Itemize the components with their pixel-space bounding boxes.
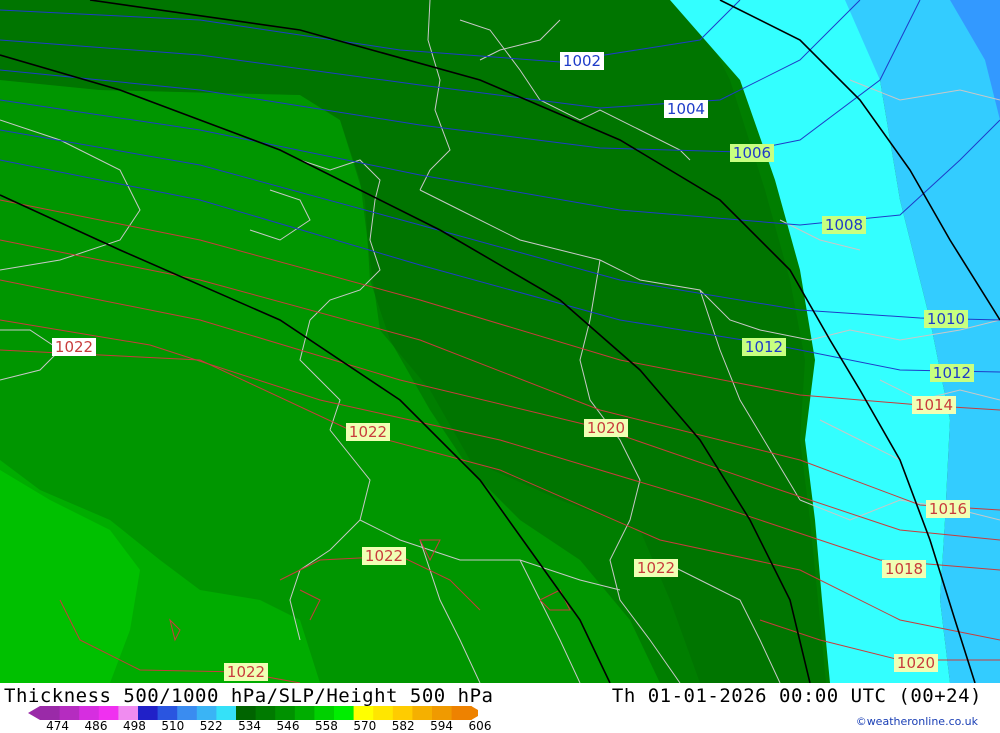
legend-swatch bbox=[177, 706, 198, 720]
isobar-label-1020-center: 1020 bbox=[584, 419, 628, 437]
legend-swatch bbox=[118, 706, 139, 720]
legend-swatch bbox=[294, 706, 315, 720]
isobar-label-1022-east: 1022 bbox=[634, 559, 678, 577]
legend-tick-label: 522 bbox=[199, 719, 223, 733]
isobar-label-1002: 1002 bbox=[560, 52, 604, 70]
isobar-label-1012-b: 1012 bbox=[930, 364, 974, 382]
legend-swatch bbox=[255, 706, 276, 720]
svg-text:1012: 1012 bbox=[745, 338, 783, 356]
isobar-label-1022-southwest: 1022 bbox=[224, 663, 268, 681]
isobar-label-1008: 1008 bbox=[822, 216, 866, 234]
legend-tick-label: 570 bbox=[353, 719, 377, 733]
svg-text:1022: 1022 bbox=[55, 338, 93, 356]
svg-text:1008: 1008 bbox=[825, 216, 863, 234]
isobar-label-1018: 1018 bbox=[882, 560, 926, 578]
svg-text:1010: 1010 bbox=[927, 310, 965, 328]
legend-swatch bbox=[451, 706, 472, 720]
legend-swatch bbox=[40, 706, 61, 720]
svg-text:1004: 1004 bbox=[667, 100, 705, 118]
isobar-label-1022-south: 1022 bbox=[362, 547, 406, 565]
isobar-label-1010: 1010 bbox=[924, 310, 968, 328]
svg-text:1022: 1022 bbox=[365, 547, 403, 565]
legend-tick-label: 474 bbox=[46, 719, 70, 733]
svg-text:1022: 1022 bbox=[349, 423, 387, 441]
svg-text:1006: 1006 bbox=[733, 144, 771, 162]
legend-tick-label: 486 bbox=[84, 719, 108, 733]
legend-tick-label: 558 bbox=[314, 719, 338, 733]
weather-map: 1002 1004 1006 1008 1010 1012 1012 1022 … bbox=[0, 0, 1000, 683]
isobar-label-1020-southeast: 1020 bbox=[894, 654, 938, 672]
legend-swatch bbox=[196, 706, 217, 720]
isobar-label-1016: 1016 bbox=[926, 500, 970, 518]
legend-swatch bbox=[334, 706, 355, 720]
isobar-label-1022-west: 1022 bbox=[52, 338, 96, 356]
svg-text:1020: 1020 bbox=[587, 419, 625, 437]
legend-swatch bbox=[236, 706, 257, 720]
legend-arrow-left bbox=[28, 706, 40, 720]
legend-tick-label: 510 bbox=[161, 719, 185, 733]
legend-tick-label: 606 bbox=[468, 719, 492, 733]
legend-swatch bbox=[432, 706, 453, 720]
svg-text:1022: 1022 bbox=[637, 559, 675, 577]
legend-arrow-right bbox=[471, 706, 478, 720]
legend-swatch bbox=[98, 706, 119, 720]
svg-text:1002: 1002 bbox=[563, 52, 601, 70]
legend-swatch bbox=[275, 706, 296, 720]
isobar-label-1022-center: 1022 bbox=[346, 423, 390, 441]
valid-time: Th 01-01-2026 00:00 UTC (00+24) bbox=[611, 685, 982, 707]
legend-swatch bbox=[138, 706, 159, 720]
svg-text:1016: 1016 bbox=[929, 500, 967, 518]
legend-swatch bbox=[157, 706, 178, 720]
legend-tick-label: 498 bbox=[122, 719, 146, 733]
legend-swatch bbox=[216, 706, 237, 720]
svg-text:1022: 1022 bbox=[227, 663, 265, 681]
legend-swatch bbox=[412, 706, 433, 720]
legend-ticks: 474 486 498 510 522 534 546 558 570 582 594 606 bbox=[0, 719, 520, 733]
legend-swatch bbox=[353, 706, 374, 720]
isobar-label-1012-a: 1012 bbox=[742, 338, 786, 356]
isobar-label-1004: 1004 bbox=[664, 100, 708, 118]
legend-swatch bbox=[392, 706, 413, 720]
legend-swatch bbox=[373, 706, 394, 720]
legend-tick-label: 546 bbox=[276, 719, 300, 733]
svg-text:1012: 1012 bbox=[933, 364, 971, 382]
svg-text:1014: 1014 bbox=[915, 396, 953, 414]
svg-text:1018: 1018 bbox=[885, 560, 923, 578]
legend-swatch bbox=[79, 706, 100, 720]
legend-tick-label: 582 bbox=[391, 719, 415, 733]
svg-text:1020: 1020 bbox=[897, 654, 935, 672]
legend-swatch bbox=[314, 706, 335, 720]
map-footer: Thickness 500/1000 hPa/SLP/Height 500 hP… bbox=[0, 683, 1000, 733]
map-title: Thickness 500/1000 hPa/SLP/Height 500 hP… bbox=[4, 685, 494, 707]
isobar-label-1014: 1014 bbox=[912, 396, 956, 414]
isobar-label-1006: 1006 bbox=[730, 144, 774, 162]
legend-tick-label: 534 bbox=[238, 719, 262, 733]
credit-link[interactable]: ©weatheronline.co.uk bbox=[856, 715, 978, 728]
legend-tick-label: 594 bbox=[430, 719, 454, 733]
legend-swatch bbox=[59, 706, 80, 720]
color-legend bbox=[28, 706, 478, 720]
